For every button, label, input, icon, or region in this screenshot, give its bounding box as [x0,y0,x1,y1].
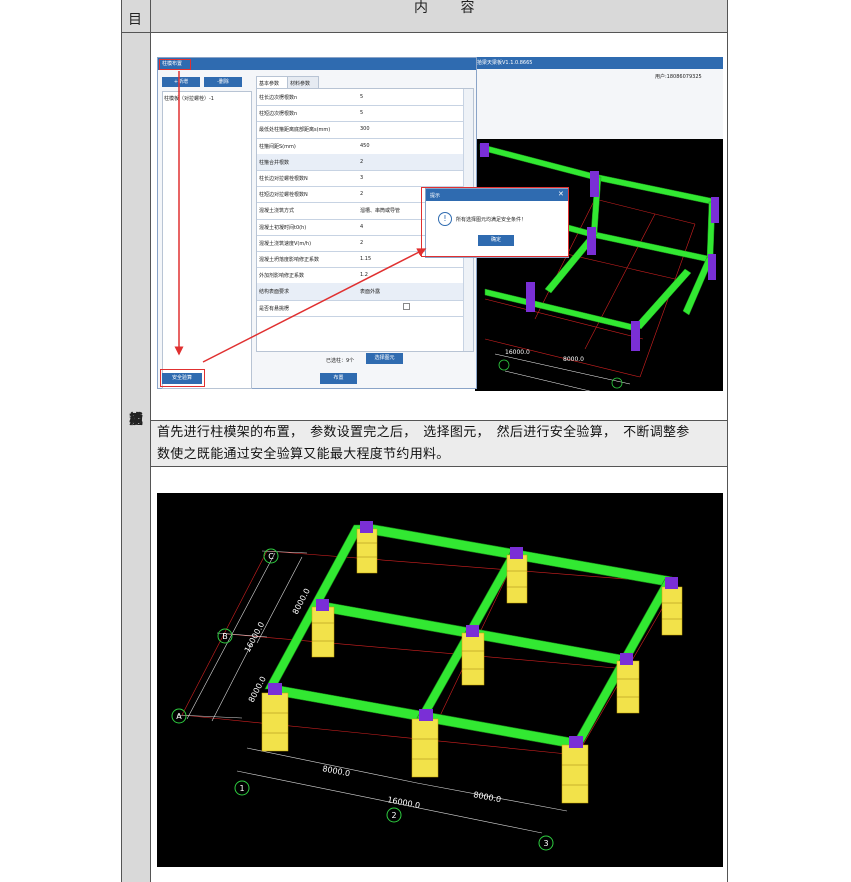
paragraph-line-1: 首先进行柱模架的布置， 参数设置完之后， 选择图元， 然后进行安全验算， 不断调… [157,425,690,440]
dim-label: 8000.0 [322,764,351,778]
side-char: 用 [129,412,143,428]
axis-label: 1 [239,784,244,793]
side-column-bg [121,32,150,882]
software-screenshot: 拾梁天梁板V1.1.0.8665 ✕ 用户:18086079325 [157,57,723,391]
axis-label: 2 [391,811,396,820]
annotation-arrows [174,71,427,363]
axis-label: A [176,712,182,721]
paragraph-line-2: 数使之既能通过安全验算又能最大程度节约用料。 [157,447,450,462]
model-view-bottom: C B A 1 2 3 16000.0 8000.0 8000.0 16000.… [157,493,723,867]
column-frame-3d-bottom: C B A 1 2 3 16000.0 8000.0 8000.0 16000.… [171,521,683,851]
dim-label: 8000.0 [473,790,502,804]
axis-label: 3 [543,839,548,848]
header-left-stub: 目 [128,12,142,28]
axis-label: C [268,552,274,561]
axis-label: B [222,632,228,641]
header-content-title: 内 容 [414,0,489,16]
